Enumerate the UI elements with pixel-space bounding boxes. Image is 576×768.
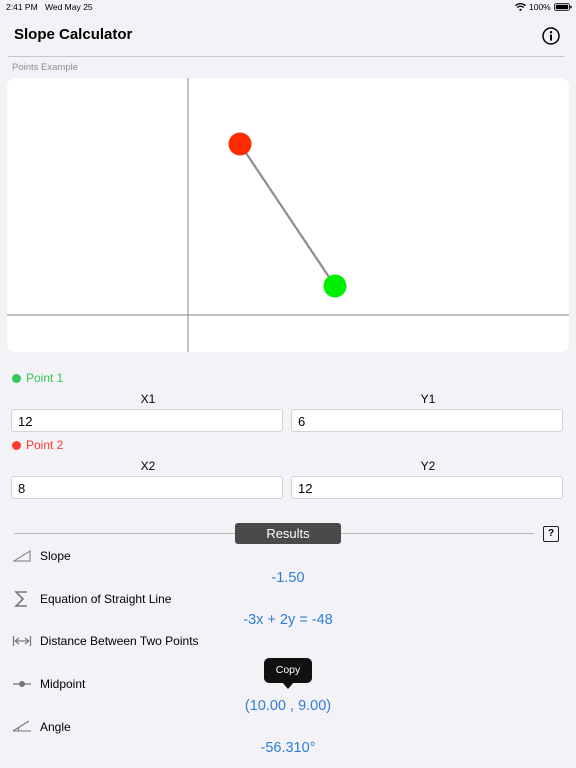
graph-section-label: Points Example — [12, 62, 79, 73]
angle-icon — [12, 720, 31, 732]
angle-label: Angle — [40, 720, 71, 734]
x1-field[interactable]: 12 — [11, 409, 283, 432]
distance-label: Distance Between Two Points — [40, 634, 199, 648]
slope-value[interactable]: -1.50 — [0, 570, 576, 586]
point2-marker — [323, 274, 347, 298]
x1-header: X1 — [140, 392, 156, 406]
equation-value[interactable]: -3x + 2y = -48 — [0, 612, 576, 628]
battery-percentage: 100% — [529, 2, 551, 12]
point2-dot-icon — [12, 440, 21, 450]
wifi-icon — [515, 3, 526, 11]
points-graph[interactable] — [7, 78, 569, 352]
battery-icon — [554, 3, 572, 11]
copy-tooltip[interactable]: Copy — [264, 658, 312, 683]
status-date: Wed May 25 — [45, 2, 93, 12]
status-bar: 2:41 PM Wed May 25 100% — [0, 0, 576, 14]
results-title: Results — [235, 523, 341, 544]
point1-label: Point 1 — [12, 371, 63, 385]
slope-label: Slope — [40, 549, 71, 563]
results-divider-right — [341, 533, 534, 534]
results-divider-left — [14, 533, 235, 534]
status-time: 2:41 PM — [6, 2, 38, 12]
copy-tooltip-arrow — [282, 682, 294, 689]
point1-marker — [228, 132, 252, 156]
point1-dot-icon — [12, 373, 21, 383]
midpoint-label: Midpoint — [40, 677, 86, 691]
page-title: Slope Calculator — [14, 26, 133, 43]
angle-value[interactable]: -56.310° — [0, 740, 576, 756]
y1-field[interactable]: 6 — [291, 409, 563, 432]
x2-field[interactable]: 8 — [11, 476, 283, 499]
distance-arrows-icon — [12, 636, 32, 646]
slope-line — [239, 143, 336, 287]
info-circle-icon[interactable] — [541, 26, 561, 46]
y2-field[interactable]: 12 — [291, 476, 563, 499]
help-button[interactable]: ? — [543, 526, 559, 542]
y1-header: Y1 — [420, 392, 436, 406]
x2-header: X2 — [140, 459, 156, 473]
equation-label: Equation of Straight Line — [40, 592, 172, 606]
header-divider — [8, 56, 564, 57]
point2-label: Point 2 — [12, 438, 63, 452]
y2-header: Y2 — [420, 459, 436, 473]
midpoint-icon — [13, 681, 31, 687]
midpoint-value[interactable]: (10.00 , 9.00) — [0, 698, 576, 714]
sigma-icon — [14, 591, 27, 607]
slope-triangle-icon — [12, 550, 31, 562]
